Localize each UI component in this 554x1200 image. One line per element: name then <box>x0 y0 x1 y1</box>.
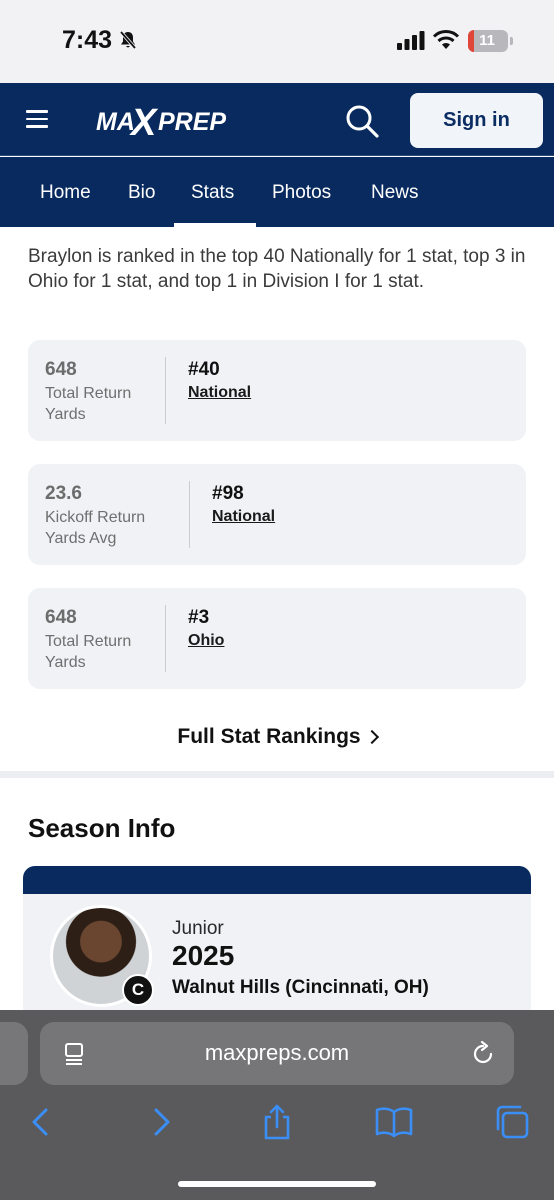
svg-text:PREPS: PREPS <box>158 108 226 136</box>
tab-bio[interactable]: Bio <box>128 182 155 204</box>
wifi-icon <box>432 30 460 49</box>
stat-rank: #40 <box>188 359 220 380</box>
chevron-right-icon <box>364 729 379 745</box>
stat-label: Total Return Yards <box>45 385 132 423</box>
divider <box>189 481 190 548</box>
back-icon[interactable] <box>22 1104 62 1140</box>
stat-label: Kickoff Return Yards Avg <box>45 509 146 547</box>
tabs-icon[interactable] <box>492 1104 532 1140</box>
player-class: Junior <box>172 918 224 939</box>
sign-in-button[interactable]: Sign in <box>410 93 543 148</box>
team-logo-badge: C <box>122 974 154 1006</box>
rank-scope-link[interactable]: National <box>188 384 251 402</box>
address-bar[interactable]: maxpreps.com <box>40 1022 514 1085</box>
season-year: 2025 <box>172 940 235 971</box>
tab-news[interactable]: News <box>371 182 419 204</box>
full-stat-rankings-label: Full Stat Rankings <box>177 725 361 748</box>
stat-ranking-card: 648 Total Return Yards #40 National <box>28 340 526 441</box>
stat-value: 23.6 <box>45 483 82 504</box>
tab-photos[interactable]: Photos <box>272 182 331 204</box>
battery-icon: 11 <box>468 30 508 52</box>
svg-text:X: X <box>129 102 159 141</box>
section-divider <box>0 771 554 778</box>
bookmarks-icon[interactable] <box>374 1104 414 1140</box>
rank-scope-link[interactable]: National <box>212 508 275 526</box>
stat-label: Total Return Yards <box>45 633 132 671</box>
status-time: 7:43 <box>62 26 113 54</box>
battery-cap <box>510 37 513 45</box>
maxpreps-logo[interactable]: MA X PREPS <box>96 101 243 144</box>
rank-scope-link[interactable]: Ohio <box>188 632 224 650</box>
stat-ranking-card: 648 Total Return Yards #3 Ohio <box>28 588 526 689</box>
stat-value: 648 <box>45 607 77 628</box>
forward-icon[interactable] <box>140 1104 180 1140</box>
school-name: Walnut Hills (Cincinnati, OH) <box>172 977 429 998</box>
rankings-summary: Braylon is ranked in the top 40 National… <box>28 246 526 292</box>
cellular-signal-icon <box>397 31 425 50</box>
stat-rank: #98 <box>212 483 244 504</box>
tab-stats[interactable]: Stats <box>191 182 234 204</box>
menu-icon[interactable] <box>26 110 48 128</box>
maxpreps-logo-mark: MA X PREPS <box>96 102 243 144</box>
home-indicator <box>178 1181 376 1187</box>
divider <box>165 605 166 672</box>
bell-off-icon <box>119 30 137 50</box>
status-bar: 7:43 11 <box>0 0 554 83</box>
battery-percent: 11 <box>479 32 495 49</box>
stat-ranking-card: 23.6 Kickoff Return Yards Avg #98 Nation… <box>28 464 526 565</box>
full-stat-rankings-link[interactable]: Full Stat Rankings <box>0 725 554 749</box>
site-header: MA X PREPS Sign in <box>0 83 554 156</box>
tab-home[interactable]: Home <box>40 182 91 204</box>
divider <box>165 357 166 424</box>
season-card-header <box>23 866 531 894</box>
svg-text:MA: MA <box>96 108 135 136</box>
profile-tabs: Home Bio Stats Photos News <box>0 157 554 227</box>
share-icon[interactable] <box>257 1104 297 1140</box>
previous-tab-preview[interactable] <box>0 1022 28 1085</box>
active-tab-indicator <box>174 223 256 227</box>
season-info-heading: Season Info <box>28 813 176 843</box>
stat-rank: #3 <box>188 607 210 628</box>
url-text: maxpreps.com <box>204 1040 350 1065</box>
browser-toolbar: maxpreps.com <box>0 1010 554 1200</box>
search-icon[interactable] <box>344 103 380 139</box>
stat-value: 648 <box>45 359 77 380</box>
reload-icon[interactable] <box>470 1041 496 1067</box>
